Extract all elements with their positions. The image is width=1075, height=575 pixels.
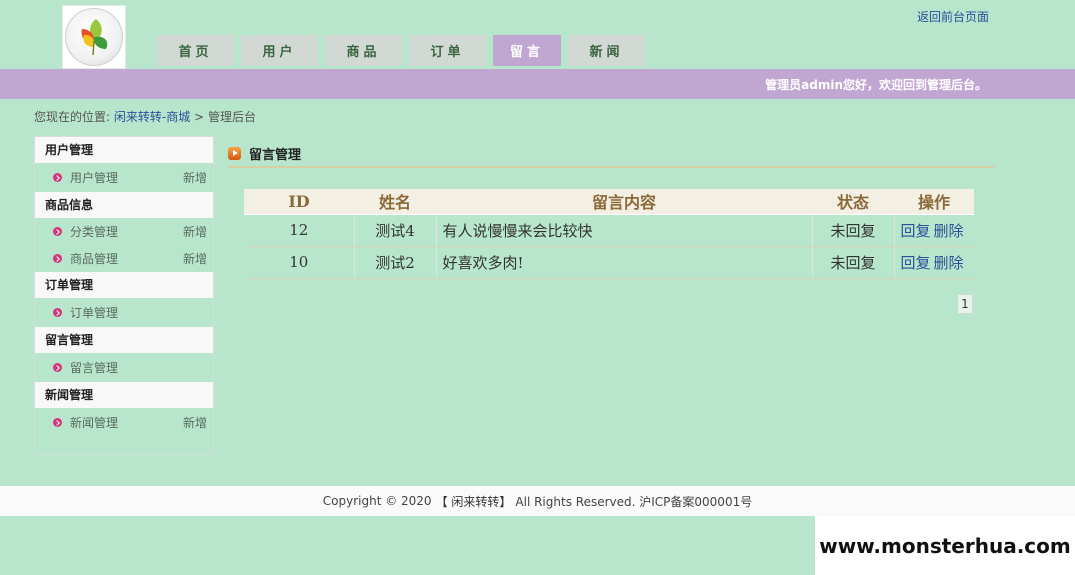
- chevron-right-bullet-icon: [53, 308, 62, 317]
- back-to-front-link[interactable]: 返回前台页面: [917, 8, 989, 25]
- nav-messages[interactable]: 留言: [493, 35, 561, 66]
- messages-table: ID 姓名 留言内容 状态 操作 12 测试4 有人说慢慢来会比较快 未回复 回…: [244, 189, 974, 279]
- nav-news[interactable]: 新闻: [568, 35, 645, 66]
- watermark: www.monsterhua.com: [815, 516, 1075, 575]
- chevron-right-bullet-icon: [53, 173, 62, 182]
- breadcrumb: 您现在的位置: 闲来转转-商城 > 管理后台: [34, 108, 256, 125]
- main-nav: 首页 用户 商品 订单 留言 新闻: [157, 35, 645, 66]
- nav-products[interactable]: 商品: [325, 35, 402, 66]
- cell-name: 测试4: [354, 214, 437, 247]
- panel-title: 留言管理: [249, 147, 302, 163]
- cell-actions: 回复 删除: [894, 246, 974, 279]
- reply-link[interactable]: 回复: [901, 254, 931, 272]
- chevron-right-bullet-icon: [53, 254, 62, 263]
- welcome-bar: 管理员admin您好，欢迎回到管理后台。: [0, 69, 1075, 99]
- footer-rights: All Rights Reserved. 沪ICP备案000001号: [515, 494, 753, 509]
- chevron-right-bullet-icon: [53, 418, 62, 427]
- sidebar-item-user-manage: 用户管理 新增: [35, 163, 213, 192]
- breadcrumb-site-link[interactable]: 闲来转转-商城: [114, 110, 190, 124]
- sidebar-link-user-manage[interactable]: 用户管理: [70, 169, 118, 186]
- sidebar-link-order-manage[interactable]: 订单管理: [70, 304, 118, 321]
- sidebar-link-category-manage[interactable]: 分类管理: [70, 223, 118, 240]
- sidebar-section-messages: 留言管理: [35, 327, 213, 353]
- footer-copyright: Copyright © 2020: [322, 494, 432, 508]
- column-header-id: ID: [244, 189, 354, 215]
- sidebar-add-news-link[interactable]: 新增: [183, 414, 207, 431]
- sidebar-link-message-manage[interactable]: 留言管理: [70, 359, 118, 376]
- nav-home[interactable]: 首页: [157, 35, 234, 66]
- sidebar-link-product-manage[interactable]: 商品管理: [70, 250, 118, 267]
- cell-status: 未回复: [812, 214, 895, 247]
- sidebar-add-product-link[interactable]: 新增: [183, 250, 207, 267]
- footer: Copyright © 2020 【 闲来转转】 All Rights Rese…: [0, 486, 1075, 516]
- footer-brand: 【 闲来转转】: [435, 494, 512, 509]
- welcome-text: 管理员admin您好，欢迎回到管理后台。: [765, 78, 987, 92]
- sidebar-add-category-link[interactable]: 新增: [183, 223, 207, 240]
- cell-name: 测试2: [354, 246, 437, 279]
- sidebar-item-message-manage: 留言管理: [35, 353, 213, 382]
- table-row: 10 测试2 好喜欢多肉! 未回复 回复 删除: [244, 246, 974, 279]
- cell-content: 有人说慢慢来会比较快: [436, 214, 813, 247]
- sidebar-item-product-manage: 商品管理 新增: [35, 245, 213, 272]
- table-row: 12 测试4 有人说慢慢来会比较快 未回复 回复 删除: [244, 214, 974, 247]
- sidebar-item-category-manage: 分类管理 新增: [35, 218, 213, 245]
- cell-actions: 回复 删除: [894, 214, 974, 247]
- page: 返回前台页面 首页 用户 商品 订单 留言 新闻 管理员admin您好，欢迎回到…: [0, 0, 1075, 575]
- sidebar-section-products: 商品信息: [35, 192, 213, 218]
- orange-arrow-icon: [228, 146, 241, 160]
- breadcrumb-separator: >: [194, 110, 205, 124]
- sidebar-add-user-link[interactable]: 新增: [183, 169, 207, 186]
- sidebar-section-users: 用户管理: [35, 137, 213, 163]
- nav-orders[interactable]: 订单: [409, 35, 486, 66]
- table-header-row: ID 姓名 留言内容 状态 操作: [244, 189, 974, 215]
- cell-status: 未回复: [812, 246, 895, 279]
- panel-title-bar: 留言管理: [228, 140, 994, 168]
- column-header-name: 姓名: [354, 189, 436, 215]
- nav-users[interactable]: 用户: [241, 35, 318, 66]
- column-header-actions: 操作: [894, 189, 974, 215]
- chevron-right-bullet-icon: [53, 227, 62, 236]
- column-header-status: 状态: [812, 189, 894, 215]
- breadcrumb-current: 管理后台: [207, 110, 256, 124]
- logo: [62, 5, 126, 69]
- cell-content: 好喜欢多肉!: [436, 246, 813, 279]
- sidebar: 用户管理 用户管理 新增 商品信息 分类管理 新增 商品管理 新增 订单管理 订…: [34, 136, 214, 455]
- delete-link[interactable]: 删除: [934, 254, 964, 272]
- cell-id: 10: [244, 246, 355, 279]
- leaf-logo-icon: [65, 8, 123, 66]
- sidebar-link-news-manage[interactable]: 新闻管理: [70, 414, 118, 431]
- breadcrumb-prefix: 您现在的位置:: [34, 110, 111, 124]
- sidebar-section-orders: 订单管理: [35, 272, 213, 298]
- page-number-button[interactable]: 1: [957, 294, 973, 314]
- column-header-content: 留言内容: [436, 189, 812, 215]
- reply-link[interactable]: 回复: [901, 222, 931, 240]
- sidebar-item-order-manage: 订单管理: [35, 298, 213, 327]
- sidebar-item-news-manage: 新闻管理 新增: [35, 408, 213, 437]
- chevron-right-bullet-icon: [53, 363, 62, 372]
- sidebar-section-news: 新闻管理: [35, 382, 213, 408]
- cell-id: 12: [244, 214, 355, 247]
- delete-link[interactable]: 删除: [934, 222, 964, 240]
